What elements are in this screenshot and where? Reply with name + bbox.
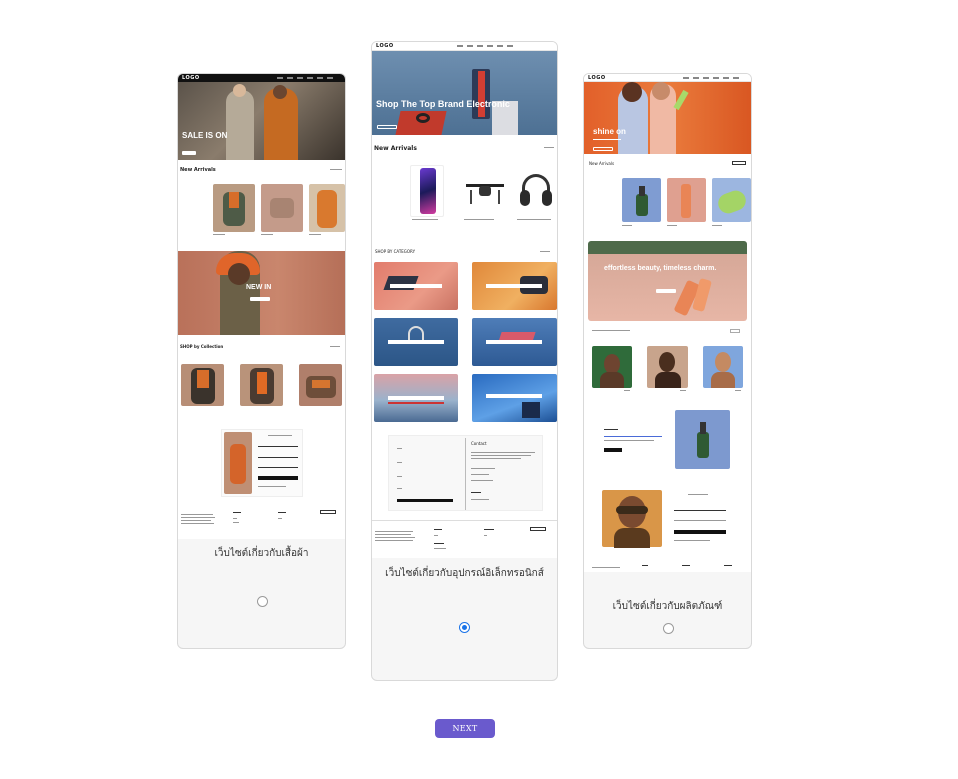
preview-product <box>309 184 345 232</box>
preview-product-phone <box>410 165 444 217</box>
preview-product <box>667 178 706 222</box>
preview-logo: LOGO <box>182 75 200 81</box>
preview-footer <box>178 506 345 539</box>
preview-contact-block: Contact <box>388 435 543 511</box>
preview-logo: LOGO <box>588 75 606 81</box>
preview-portrait <box>592 346 632 388</box>
preview-hero-image: shine on <box>584 82 751 154</box>
website-preview-clothing: LOGO SALE IS ON New Arrivals NEW IN SHOP… <box>178 74 345 539</box>
option-card-products[interactable]: LOGO shine on New Arrivals effortless be… <box>583 73 752 649</box>
preview-logo: LOGO <box>376 43 394 49</box>
preview-section-title: SHOP BY CATEGORY <box>375 249 416 254</box>
preview-hero-title: Shop The Top Brand Electronic <box>376 99 510 109</box>
preview-product <box>299 364 342 406</box>
option-label: เว็บไซต์เกี่ยวกับเสื้อผ้า <box>214 548 309 559</box>
preview-navbar: LOGO <box>584 74 751 82</box>
preview-category-tile <box>472 374 557 422</box>
preview-nav-links <box>277 77 337 79</box>
preview-banner-title: effortless beauty, timeless charm. <box>604 265 717 272</box>
preview-category-tile <box>472 262 557 310</box>
preview-banner-image: effortless beauty, timeless charm. <box>588 241 747 321</box>
option-radio[interactable] <box>257 596 268 607</box>
preview-footer <box>584 559 751 572</box>
preview-section-title: New Arrivals <box>180 167 216 173</box>
preview-hero-image: Shop The Top Brand Electronic <box>372 51 557 135</box>
template-picker: LOGO SALE IS ON New Arrivals NEW IN SHOP… <box>0 0 958 779</box>
option-label: เว็บไซต์เกี่ยวกับผลิตภัณฑ์ <box>612 601 723 612</box>
preview-section-title: New Arrivals <box>589 161 615 166</box>
preview-portrait <box>703 346 743 388</box>
preview-portrait <box>647 346 688 388</box>
preview-hero-title: SALE IS ON <box>182 131 228 140</box>
preview-category-tile <box>374 318 458 366</box>
preview-nav-links <box>683 77 743 79</box>
preview-category-tile <box>374 262 458 310</box>
preview-navbar: LOGO <box>178 74 345 82</box>
option-radio[interactable] <box>663 623 674 634</box>
preview-section-title: New Arrivals <box>374 145 417 152</box>
preview-product <box>622 178 661 222</box>
option-label: เว็บไซต์เกี่ยวกับอุปกรณ์อิเล็กทรอนิกส์ <box>385 568 544 579</box>
preview-product <box>213 184 255 232</box>
preview-product <box>240 364 283 406</box>
website-preview-electronics: LOGO Shop The Top Brand Electronic New A… <box>372 42 557 558</box>
next-button[interactable]: NEXT <box>435 719 495 738</box>
preview-contact-title: Contact <box>471 441 487 446</box>
preview-hero-image: SALE IS ON <box>178 82 345 160</box>
preview-hero-title: shine on <box>593 127 626 136</box>
preview-product <box>712 178 751 222</box>
preview-banner-image: NEW IN <box>178 251 345 335</box>
preview-footer <box>372 520 557 558</box>
preview-product-drone <box>462 172 508 214</box>
preview-category-tile <box>374 374 458 422</box>
option-radio[interactable] <box>459 622 470 633</box>
option-card-clothing[interactable]: LOGO SALE IS ON New Arrivals NEW IN SHOP… <box>177 73 346 649</box>
preview-product-headphones <box>516 170 557 214</box>
preview-feature-product <box>675 410 730 469</box>
website-preview-products: LOGO shine on New Arrivals effortless be… <box>584 74 751 572</box>
preview-section-title: SHOP by Collection <box>180 344 224 349</box>
preview-signup-block <box>602 488 732 551</box>
preview-banner-title: NEW IN <box>246 284 272 291</box>
preview-category-tile <box>472 318 557 366</box>
preview-navbar: LOGO <box>372 42 557 51</box>
option-card-electronics[interactable]: LOGO Shop The Top Brand Electronic New A… <box>371 41 558 681</box>
preview-product <box>181 364 224 406</box>
preview-product <box>261 184 303 232</box>
preview-signup-block <box>221 429 303 497</box>
preview-nav-links <box>457 45 517 47</box>
